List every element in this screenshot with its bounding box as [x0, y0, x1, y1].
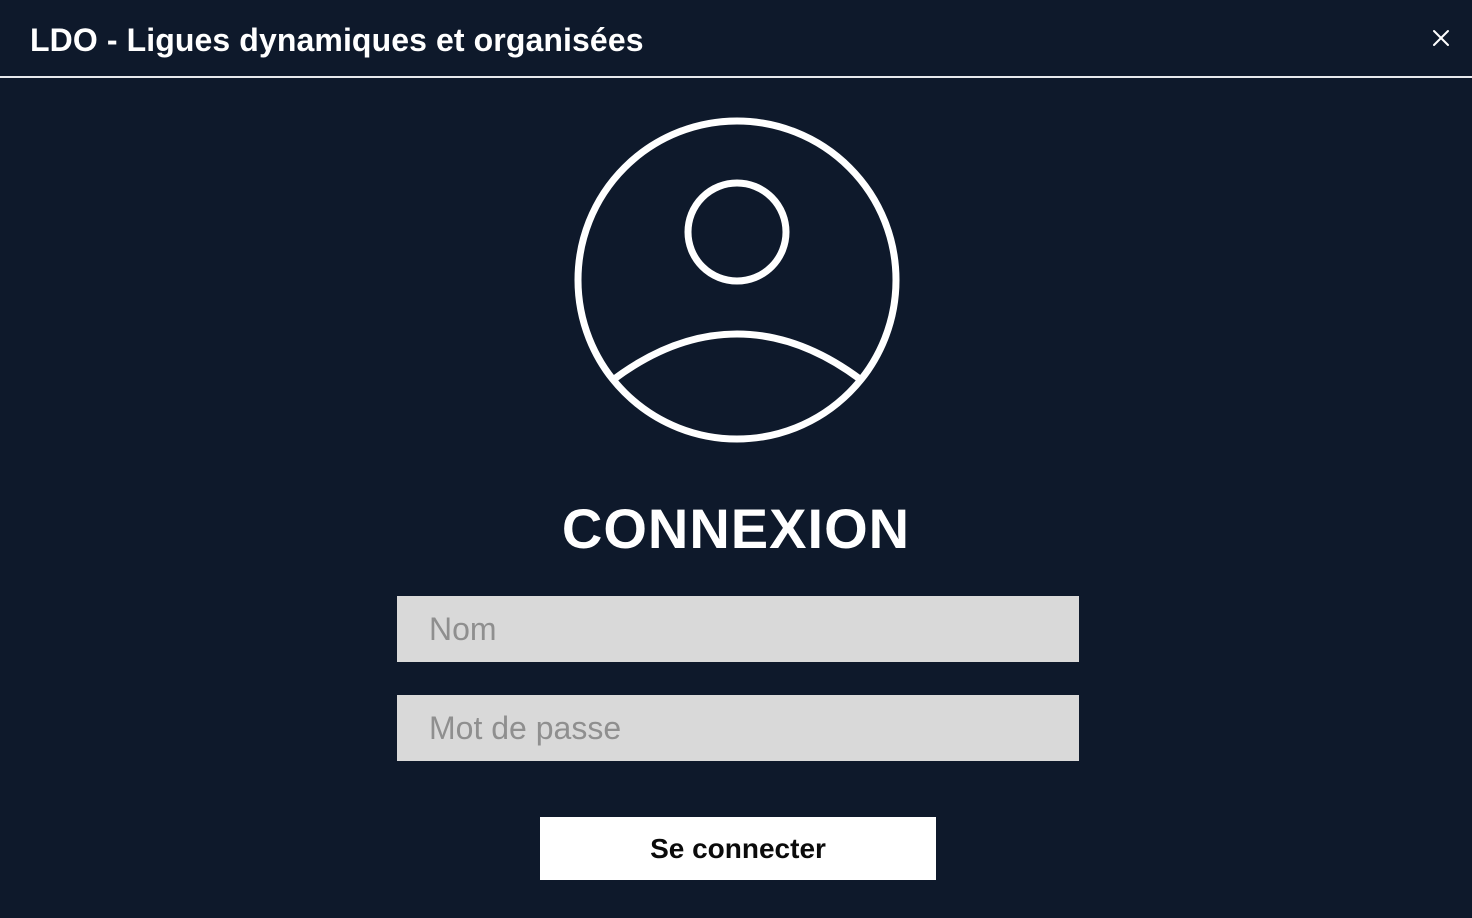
close-icon: [1433, 30, 1449, 46]
close-button[interactable]: [1425, 22, 1457, 54]
app-title: LDO - Ligues dynamiques et organisées: [30, 22, 644, 58]
title-bar: LDO - Ligues dynamiques et organisées: [0, 0, 1472, 78]
password-input[interactable]: [397, 695, 1079, 761]
login-button[interactable]: Se connecter: [540, 817, 936, 880]
login-heading: CONNEXION: [561, 497, 911, 560]
user-avatar-icon: [574, 114, 900, 446]
username-input[interactable]: [397, 596, 1079, 662]
